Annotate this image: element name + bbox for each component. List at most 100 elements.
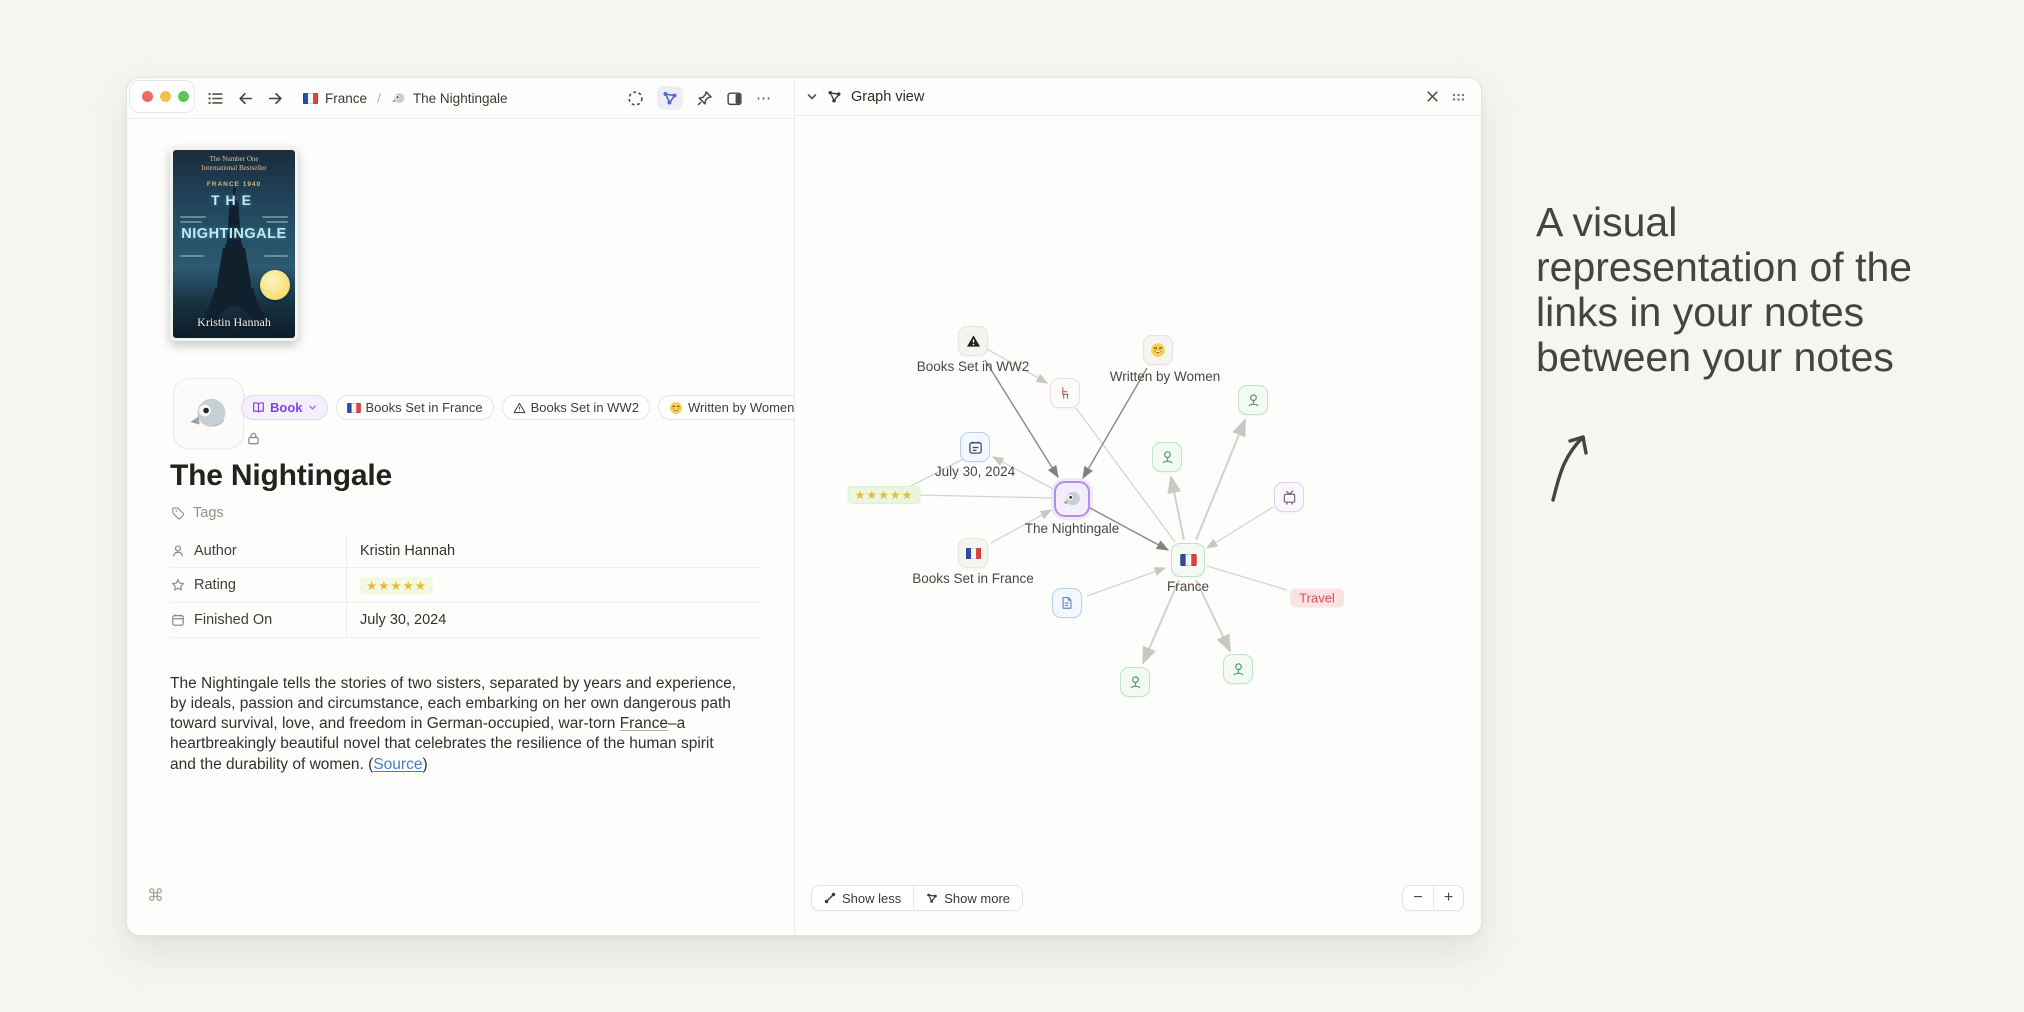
graph-node-written-by-women[interactable] xyxy=(1143,335,1173,365)
graph-node-place-4[interactable] xyxy=(1223,654,1253,684)
graph-zoom-controls: − + xyxy=(1402,885,1464,911)
france-flag-icon xyxy=(303,93,318,104)
tags-label: Tags xyxy=(193,505,224,521)
property-row-author[interactable]: Author Kristin Hannah xyxy=(170,533,762,568)
france-flag-icon xyxy=(347,403,361,413)
pin-icon[interactable] xyxy=(696,90,713,107)
author-value[interactable]: Kristin Hannah xyxy=(346,534,762,567)
rating-stars[interactable]: ★★★★★ xyxy=(360,577,433,594)
zoom-out-button[interactable]: − xyxy=(1403,886,1433,910)
calendar-icon xyxy=(170,613,185,627)
graph-label-written-by-women[interactable]: Written by Women xyxy=(1110,369,1221,384)
graph-node-france[interactable] xyxy=(1171,543,1205,577)
page-title: The Nightingale xyxy=(170,459,392,493)
graph-node-place-1[interactable] xyxy=(1238,385,1268,415)
finished-on-value[interactable]: July 30, 2024 xyxy=(346,603,762,637)
drag-grid-icon[interactable] xyxy=(1452,92,1465,102)
tag-pill-women[interactable]: Written by Women xyxy=(658,395,795,420)
graph-node-bsf[interactable] xyxy=(958,538,988,568)
tag-icon xyxy=(172,506,186,520)
cover-setting: FRANCE 1940 xyxy=(173,181,295,188)
show-more-button[interactable]: Show more xyxy=(913,886,1022,910)
map-pin-icon xyxy=(1128,675,1143,690)
warning-triangle-icon xyxy=(513,402,526,414)
graph-icon xyxy=(926,892,938,904)
page-icon-box[interactable] xyxy=(173,378,244,449)
forward-icon[interactable] xyxy=(267,90,284,107)
show-less-button[interactable]: Show less xyxy=(812,886,913,910)
book-cover[interactable]: The Number One International Bestseller … xyxy=(170,147,298,341)
breadcrumb: France / The Nightingale xyxy=(303,90,507,106)
marketing-caption: A visual representation of the links in … xyxy=(1536,200,1912,380)
object-type-pill[interactable]: Book xyxy=(241,395,328,420)
note-toolbar: France / The Nightingale ⋯ xyxy=(127,78,794,119)
graph-node-rating[interactable]: ★★★★★ xyxy=(848,486,921,504)
graph-label-bsf[interactable]: Books Set in France xyxy=(912,571,1034,586)
edge-icon xyxy=(824,892,836,904)
graph-node-ww2[interactable] xyxy=(958,326,988,356)
graph-node-place-2[interactable] xyxy=(1152,442,1182,472)
property-row-finished[interactable]: Finished On July 30, 2024 xyxy=(170,603,762,638)
properties-table: Author Kristin Hannah Rating ★★★★★ Finis… xyxy=(170,533,762,638)
lock-icon[interactable] xyxy=(246,431,261,451)
cover-title-the: THE xyxy=(173,192,295,208)
graph-label-date[interactable]: July 30, 2024 xyxy=(935,464,1015,479)
chevron-down-icon[interactable] xyxy=(806,91,818,103)
more-options-icon[interactable]: ⋯ xyxy=(756,89,772,107)
graph-node-place-3[interactable] xyxy=(1120,667,1150,697)
graph-node-travel-tag[interactable]: Travel xyxy=(1290,589,1344,608)
map-pin-icon xyxy=(1246,393,1261,408)
tag-pill-ww2[interactable]: Books Set in WW2 xyxy=(502,395,650,420)
graph-view-toggle[interactable] xyxy=(657,86,683,110)
list-icon[interactable] xyxy=(207,90,224,107)
dove-icon xyxy=(1062,489,1082,509)
source-link[interactable]: Source xyxy=(373,756,422,773)
graph-panel: Books Set in WW2 Written by Women July 3… xyxy=(795,78,1481,935)
france-link[interactable]: France xyxy=(620,715,668,732)
person-icon xyxy=(170,544,185,558)
graph-node-date[interactable] xyxy=(960,432,990,462)
france-flag-icon xyxy=(966,548,981,559)
tv-icon xyxy=(1282,490,1297,505)
breadcrumb-current[interactable]: The Nightingale xyxy=(413,91,508,106)
graph-edges xyxy=(795,78,1481,935)
close-icon[interactable] xyxy=(1426,90,1439,103)
tag-pill-france[interactable]: Books Set in France xyxy=(336,395,494,420)
minimize-window-button[interactable] xyxy=(160,91,171,102)
graph-label-france[interactable]: France xyxy=(1167,579,1209,594)
side-panel-icon[interactable] xyxy=(726,90,743,107)
graph-node-chair[interactable] xyxy=(1050,378,1080,408)
graph-canvas[interactable]: Books Set in WW2 Written by Women July 3… xyxy=(795,78,1481,935)
caption-line: A visual xyxy=(1536,200,1912,245)
graph-label-ww2[interactable]: Books Set in WW2 xyxy=(917,359,1030,374)
graph-node-nightingale[interactable] xyxy=(1054,481,1090,517)
back-icon[interactable] xyxy=(237,90,254,107)
property-pills: Book Books Set in France Books Set in WW… xyxy=(241,395,795,420)
traffic-lights xyxy=(129,80,195,113)
graph-icon xyxy=(827,89,842,104)
property-row-rating[interactable]: Rating ★★★★★ xyxy=(170,568,762,603)
zoom-in-button[interactable]: + xyxy=(1433,886,1463,910)
cover-tagline-1: The Number One xyxy=(173,155,295,163)
smiley-icon xyxy=(669,401,683,415)
toolbar-actions: ⋯ xyxy=(627,86,772,110)
command-shortcut-icon[interactable]: ⌘ xyxy=(147,886,164,906)
close-window-button[interactable] xyxy=(142,91,153,102)
graph-depth-controls: Show less Show more xyxy=(811,885,1023,911)
fullscreen-window-button[interactable] xyxy=(178,91,189,102)
cover-title-nightingale: NIGHTINGALE xyxy=(173,226,295,242)
breadcrumb-parent[interactable]: France xyxy=(325,91,367,106)
graph-node-document[interactable] xyxy=(1052,588,1082,618)
focus-mode-icon[interactable] xyxy=(627,90,644,107)
graph-icon xyxy=(662,90,678,106)
graph-label-nightingale[interactable]: The Nightingale xyxy=(1025,521,1120,536)
dove-icon xyxy=(188,393,230,435)
chair-icon xyxy=(1058,386,1072,400)
graph-node-tv[interactable] xyxy=(1274,482,1304,512)
graph-header: Graph view xyxy=(795,78,1481,116)
author-label: Author xyxy=(194,543,237,559)
graph-panel-title: Graph view xyxy=(851,89,924,105)
warning-triangle-icon xyxy=(966,334,981,348)
tags-row[interactable]: Tags xyxy=(172,505,224,521)
caption-line: representation of the xyxy=(1536,245,1912,290)
